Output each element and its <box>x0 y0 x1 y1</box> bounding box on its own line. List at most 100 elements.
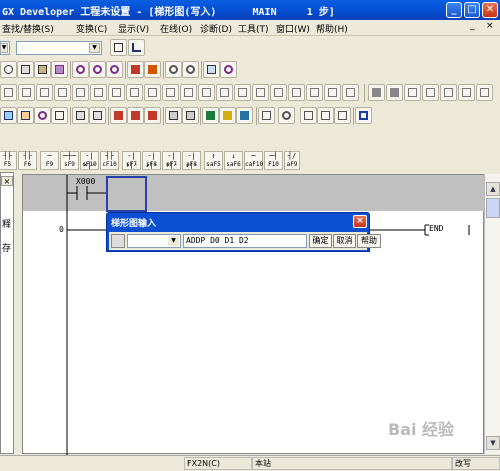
ladder-tool-icon[interactable] <box>476 84 493 101</box>
project-combo[interactable]: ▼ <box>0 41 10 55</box>
zoom-in-icon[interactable] <box>165 61 182 78</box>
ladder-tool-icon[interactable] <box>440 84 457 101</box>
hline-button[interactable]: ─ F9 <box>40 151 59 170</box>
ladder-tool-icon[interactable] <box>0 84 17 101</box>
vertical-scrollbar[interactable]: ▲ ▼ <box>484 174 500 454</box>
contact-parallel-button[interactable]: ┤├ F6 <box>18 151 37 170</box>
cut-icon[interactable] <box>0 61 17 78</box>
ladder-tool-icon[interactable] <box>458 84 475 101</box>
zoom-out-icon[interactable] <box>182 61 199 78</box>
menu-find-replace[interactable]: 查找/替换(S) <box>2 22 54 35</box>
ladder-tool-icon[interactable] <box>270 84 287 101</box>
ladder-tool-icon[interactable] <box>342 84 359 101</box>
list-view-icon[interactable] <box>17 107 34 124</box>
monitor-mode-icon[interactable] <box>165 107 182 124</box>
ladder-tool-icon[interactable] <box>18 84 35 101</box>
ladder-tool-icon[interactable] <box>72 84 89 101</box>
close-button[interactable]: ✕ <box>482 2 498 18</box>
coil-button[interactable]: ─┤ F10 <box>264 151 283 170</box>
ladder-tool-icon[interactable] <box>180 84 197 101</box>
monitor-write-icon[interactable] <box>236 107 253 124</box>
ladder-tool-icon[interactable] <box>144 84 161 101</box>
device-list-icon[interactable] <box>72 107 89 124</box>
invert-button[interactable]: ─ caF10 <box>244 151 263 170</box>
draw-line-button[interactable]: ┤/aF9 <box>284 151 300 170</box>
menu-diagnose[interactable]: 诊断(D) <box>200 22 232 35</box>
dialog-close-button[interactable]: × <box>353 215 367 228</box>
delete-vline-button[interactable]: ┤├ cF10 <box>100 151 119 170</box>
confirm-button[interactable]: 确定 <box>309 234 332 248</box>
monitor-start-icon[interactable] <box>182 107 199 124</box>
symbol-select[interactable]: ▼ <box>127 234 181 248</box>
minimize-button[interactable]: _ <box>446 2 462 18</box>
contact-no-button[interactable]: ┤├ F5 <box>0 151 17 170</box>
ladder-tool-icon[interactable] <box>36 84 53 101</box>
menu-help[interactable]: 帮助(H) <box>316 22 348 35</box>
ladder-grid-icon[interactable] <box>317 107 334 124</box>
ladder-cursor[interactable] <box>106 176 147 212</box>
scroll-down-icon[interactable]: ▼ <box>486 436 500 450</box>
cross-ref-icon[interactable] <box>89 107 106 124</box>
write-mode-icon[interactable] <box>202 107 219 124</box>
monitor-search-icon[interactable] <box>220 61 237 78</box>
rising-contact-button[interactable]: -|↑|- sF7 <box>122 151 141 170</box>
find-step-icon[interactable] <box>106 61 123 78</box>
ladder-line-icon[interactable] <box>258 107 275 124</box>
mdi-minimize-button[interactable]: _ <box>470 21 475 31</box>
undo-icon[interactable] <box>51 61 68 78</box>
menu-online[interactable]: 在线(O) <box>160 22 192 35</box>
param-icon[interactable] <box>51 107 68 124</box>
pulse-up-button[interactable]: ↑ saF5 <box>204 151 223 170</box>
find-instruction-icon[interactable] <box>89 61 106 78</box>
paste-icon[interactable] <box>34 61 51 78</box>
help-button[interactable]: 帮助 <box>357 234 381 248</box>
ladder-tool-icon[interactable] <box>90 84 107 101</box>
menu-window[interactable]: 窗口(W) <box>276 22 310 35</box>
tree-icon[interactable] <box>128 39 145 56</box>
ladder-tool-icon[interactable] <box>252 84 269 101</box>
ladder-tool-icon[interactable] <box>324 84 341 101</box>
pulse-down-button[interactable]: ↓ saF6 <box>224 151 243 170</box>
window-icon[interactable] <box>355 107 372 124</box>
falling-contact-button[interactable]: -|↓|- sF8 <box>142 151 161 170</box>
menu-tools[interactable]: 工具(T) <box>238 22 269 35</box>
ladder-tool-icon[interactable] <box>422 84 439 101</box>
ladder-tool-icon[interactable] <box>216 84 233 101</box>
ladder-grid-icon[interactable] <box>300 107 317 124</box>
ladder-tool-icon[interactable] <box>368 84 385 101</box>
write-plc-icon[interactable] <box>127 61 144 78</box>
find-device-icon[interactable] <box>72 61 89 78</box>
verify-icon[interactable] <box>144 107 161 124</box>
ladder-tool-icon[interactable] <box>288 84 305 101</box>
copy-icon[interactable] <box>17 61 34 78</box>
scroll-up-icon[interactable]: ▲ <box>486 182 500 196</box>
vline-button[interactable]: ─┼─ sF9 <box>60 151 79 170</box>
comment-icon[interactable] <box>34 107 51 124</box>
online-read-icon[interactable] <box>127 107 144 124</box>
ladder-tool-icon[interactable] <box>306 84 323 101</box>
panel-close-icon[interactable]: × <box>1 176 13 186</box>
ladder-tool-icon[interactable] <box>198 84 215 101</box>
ladder-grid-icon[interactable] <box>334 107 351 124</box>
delete-line-button[interactable]: -|×|- cF10 <box>80 151 99 170</box>
rising-parallel-button[interactable]: -|↑|- aF7 <box>162 151 181 170</box>
device-icon[interactable] <box>110 39 127 56</box>
read-plc-icon[interactable] <box>144 61 161 78</box>
falling-parallel-button[interactable]: -|↓|- aF8 <box>182 151 201 170</box>
online-write-icon[interactable] <box>110 107 127 124</box>
symbol-icon[interactable] <box>111 234 125 248</box>
ladder-tool-icon[interactable] <box>234 84 251 101</box>
scroll-thumb[interactable] <box>486 198 500 218</box>
ladder-tool-icon[interactable] <box>386 84 403 101</box>
sample-search-icon[interactable] <box>278 107 295 124</box>
program-combo[interactable]: ▼ <box>16 41 102 55</box>
ladder-tool-icon[interactable] <box>126 84 143 101</box>
ladder-view-icon[interactable] <box>0 107 17 124</box>
ladder-tool-icon[interactable] <box>404 84 421 101</box>
monitor-icon[interactable] <box>203 61 220 78</box>
ladder-tool-icon[interactable] <box>108 84 125 101</box>
cancel-button[interactable]: 取消 <box>333 234 356 248</box>
ladder-tool-icon[interactable] <box>162 84 179 101</box>
ladder-tool-icon[interactable] <box>54 84 71 101</box>
maximize-button[interactable]: □ <box>464 2 480 18</box>
